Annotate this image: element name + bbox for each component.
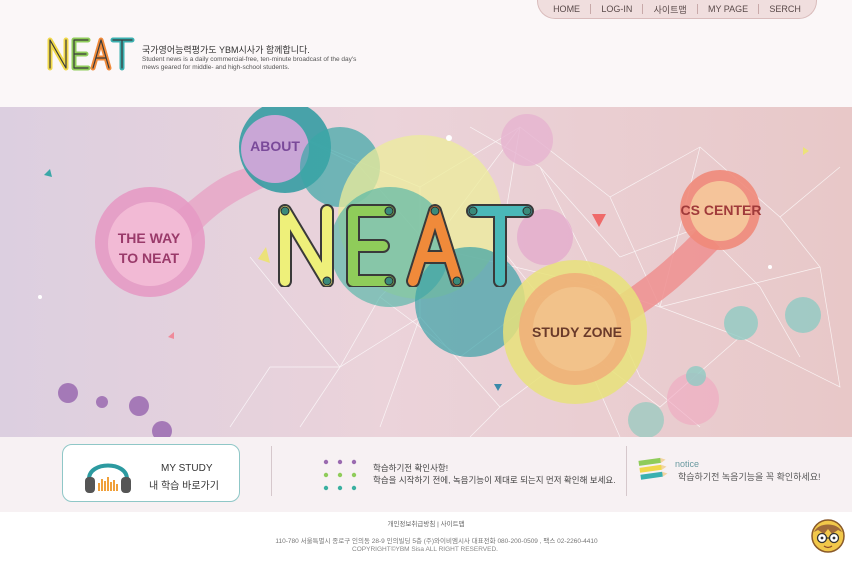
header-tagline: 국가영어능력평가도 YBM시사가 함께합니다. xyxy=(142,45,310,55)
cs-center-bubble-link[interactable]: CS CENTER xyxy=(676,202,766,218)
hero-neat-title xyxy=(278,204,534,287)
info-divider xyxy=(271,446,272,496)
way-line-1: THE WAY xyxy=(117,230,181,246)
nav-divider xyxy=(696,4,698,14)
study-zone-bubble-link[interactable]: STUDY ZONE xyxy=(527,324,627,340)
footer-address: 110-780 서울특별시 종로구 인의동 28-9 인의빌딩 5층 (주)와이… xyxy=(275,538,598,545)
header-description: Student news is a daily commercial-free,… xyxy=(142,56,357,71)
dots-icon xyxy=(323,459,357,491)
the-way-to-neat-bubble-link[interactable]: THE WAY TO NEAT xyxy=(104,228,194,268)
check-body: 학습을 시작하기 전에, 녹음기능이 제대로 되는지 먼저 확인해 보세요. xyxy=(373,475,616,485)
hero-banner: ABOUT THE WAY TO NEAT CS CENTER STUDY ZO… xyxy=(0,107,852,437)
neat-logo[interactable] xyxy=(46,34,136,74)
top-nav: HOME LOG-IN 사이트맵 MY PAGE SERCH xyxy=(537,0,817,19)
nav-divider xyxy=(642,4,644,14)
headphones-icon xyxy=(85,463,131,493)
check-title: 학습하기전 확인사항! xyxy=(373,463,449,473)
pencils-icon xyxy=(638,457,668,480)
mascot-icon xyxy=(811,519,845,553)
about-bubble-link[interactable]: ABOUT xyxy=(245,138,305,154)
my-study-subtitle: 내 학습 바로가기 xyxy=(149,481,219,492)
notice-body[interactable]: 학습하기전 녹음기능을 꼭 확인하세요! xyxy=(678,470,820,483)
nav-divider xyxy=(590,4,592,14)
footer-copyright: COPYRIGHT©YBM Sisa ALL RIGHT RESERVED. xyxy=(352,546,498,553)
my-study-title: MY STUDY xyxy=(161,463,213,474)
nav-mypage-link[interactable]: MY PAGE xyxy=(708,4,748,14)
nav-login-link[interactable]: LOG-IN xyxy=(601,4,632,14)
nav-sitemap-link[interactable]: 사이트맵 xyxy=(654,3,687,16)
notice-title[interactable]: notice xyxy=(675,459,699,469)
info-divider xyxy=(626,446,627,496)
nav-divider xyxy=(758,4,760,14)
nav-search-link[interactable]: SERCH xyxy=(769,4,801,14)
nav-home-link[interactable]: HOME xyxy=(553,4,580,14)
my-study-button[interactable]: MY STUDY 내 학습 바로가기 xyxy=(62,444,240,502)
footer-links[interactable]: 개인정보취급방침 | 사이트맵 xyxy=(0,518,852,528)
way-line-2: TO NEAT xyxy=(118,250,180,266)
